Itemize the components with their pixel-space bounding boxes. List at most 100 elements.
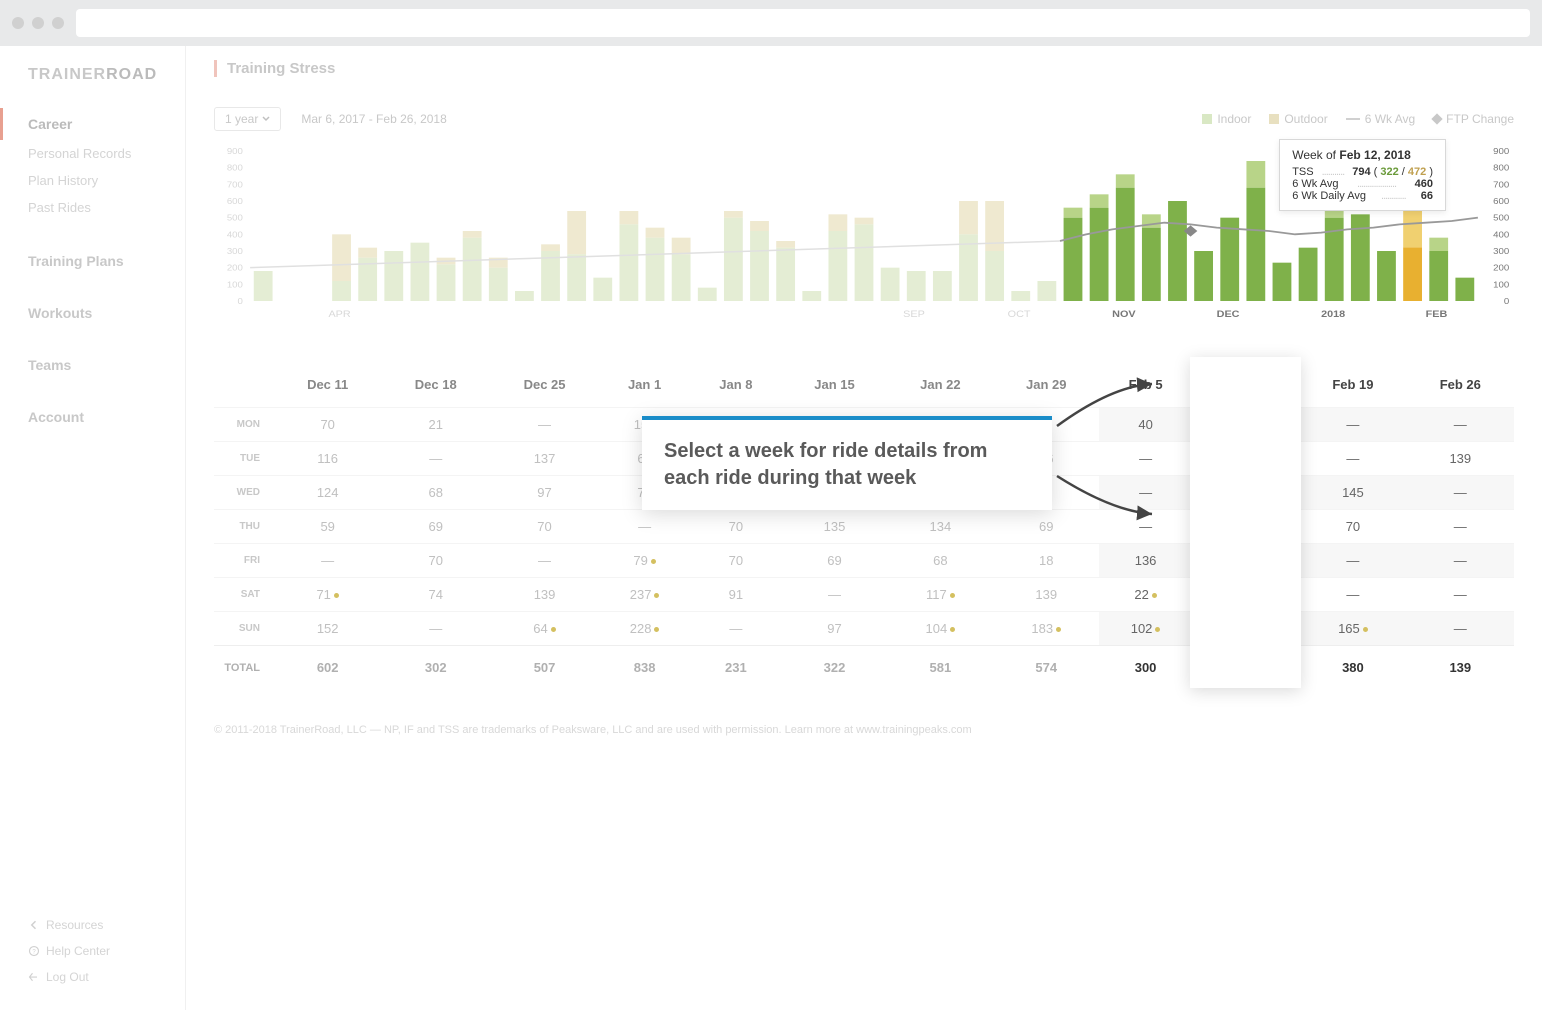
table-header[interactable]: Feb 19 (1299, 361, 1406, 408)
table-cell[interactable]: — (1407, 476, 1514, 510)
tss-week-table[interactable]: Dec 11Dec 18Dec 25Jan 1Jan 8Jan 15Jan 22… (214, 361, 1514, 684)
sidebar-sub-personal-records[interactable]: Personal Records (0, 140, 185, 167)
table-cell[interactable]: — (1407, 510, 1514, 544)
table-cell[interactable]: 91 (690, 578, 781, 612)
table-cell[interactable]: 71 (274, 578, 381, 612)
table-cell[interactable]: 70 (274, 408, 381, 442)
sidebar-item-workouts[interactable]: Workouts (0, 297, 185, 329)
table-header[interactable]: Jan 15 (782, 361, 888, 408)
table-cell[interactable]: — (1299, 442, 1406, 476)
table-header[interactable]: Feb 26 (1407, 361, 1514, 408)
table-cell[interactable]: — (1407, 578, 1514, 612)
table-cell[interactable]: — (490, 408, 599, 442)
range-dropdown[interactable]: 1 year (214, 107, 281, 131)
table-cell[interactable]: 152 (274, 612, 381, 646)
table-header[interactable]: Jan 8 (690, 361, 781, 408)
table-cell[interactable]: 22 (1099, 578, 1192, 612)
table-header[interactable]: Jan 1 (599, 361, 690, 408)
table-cell[interactable]: 136 (1099, 544, 1192, 578)
table-cell[interactable]: — (1407, 612, 1514, 646)
table-cell[interactable]: 69 (782, 544, 888, 578)
table-cell[interactable]: 124 (274, 476, 381, 510)
svg-text:500: 500 (227, 213, 243, 222)
table-cell[interactable]: 165 (1299, 612, 1406, 646)
table-cell[interactable]: — (274, 544, 381, 578)
table-cell[interactable]: 25 (1192, 544, 1299, 578)
table-cell[interactable]: 70 (1299, 510, 1406, 544)
sidebar-item-training-plans[interactable]: Training Plans (0, 245, 185, 277)
table-cell[interactable]: 139 (490, 578, 599, 612)
table-header[interactable]: Dec 18 (381, 361, 490, 408)
table-cell[interactable]: 139 (1407, 442, 1514, 476)
table-cell[interactable]: 116 (274, 442, 381, 476)
sidebar-sub-past-rides[interactable]: Past Rides (0, 194, 185, 221)
table-cell[interactable]: 228 (599, 612, 690, 646)
sidebar-item-account[interactable]: Account (0, 401, 185, 433)
table-cell[interactable]: 97 (782, 612, 888, 646)
sidebar-help-center[interactable]: ? Help Center (0, 938, 185, 964)
address-bar[interactable] (76, 9, 1530, 37)
sidebar-item-career[interactable]: Career (0, 108, 185, 140)
sidebar-logout[interactable]: Log Out (0, 964, 185, 990)
table-cell[interactable]: 70 (381, 544, 490, 578)
zoom-icon[interactable] (52, 17, 64, 29)
table-cell[interactable]: — (490, 544, 599, 578)
table-total-cell: 602 (274, 646, 381, 685)
table-cell[interactable]: 183 (993, 612, 1099, 646)
table-header[interactable]: Dec 25 (490, 361, 599, 408)
table-cell[interactable]: 137 (490, 442, 599, 476)
table-cell[interactable]: — (1192, 408, 1299, 442)
sidebar-sub-plan-history[interactable]: Plan History (0, 167, 185, 194)
table-cell[interactable]: 104 (887, 612, 993, 646)
svg-text:2018: 2018 (1321, 310, 1346, 320)
table-cell[interactable]: — (782, 578, 888, 612)
browser-chrome (0, 0, 1542, 46)
table-total-cell: 322 (782, 646, 888, 685)
table-cell[interactable]: 69 (1192, 476, 1299, 510)
close-icon[interactable] (12, 17, 24, 29)
table-cell[interactable]: 74 (381, 578, 490, 612)
table-cell[interactable]: 137 (1192, 442, 1299, 476)
table-cell[interactable]: 69 (381, 510, 490, 544)
table-cell[interactable]: 261 (1192, 612, 1299, 646)
table-cell[interactable]: — (381, 612, 490, 646)
table-cell[interactable]: 70 (690, 544, 781, 578)
table-cell[interactable]: 70 (490, 510, 599, 544)
table-header-selected[interactable]: Week ofFeb 12 (1192, 361, 1299, 408)
table-cell[interactable]: 237 (599, 578, 690, 612)
table-cell[interactable]: — (690, 612, 781, 646)
table-cell[interactable]: — (1299, 578, 1406, 612)
table-cell[interactable]: 135 (782, 510, 888, 544)
table-cell[interactable]: 18 (993, 544, 1099, 578)
row-label: TUE (214, 442, 274, 476)
table-cell[interactable]: — (1299, 544, 1406, 578)
table-cell[interactable]: 64 (490, 612, 599, 646)
sidebar-item-teams[interactable]: Teams (0, 349, 185, 381)
table-cell[interactable]: 79 (599, 544, 690, 578)
table-cell[interactable]: 68 (887, 544, 993, 578)
table-cell[interactable]: — (1407, 408, 1514, 442)
table-header[interactable]: Jan 22 (887, 361, 993, 408)
table-cell[interactable]: 145 (1299, 476, 1406, 510)
tss-chart[interactable]: 0100200300400500600700800900010020030040… (214, 141, 1514, 321)
table-cell[interactable]: — (1299, 408, 1406, 442)
table-header[interactable]: Dec 11 (274, 361, 381, 408)
sidebar-resources[interactable]: Resources (0, 912, 185, 938)
table-cell[interactable]: — (381, 442, 490, 476)
table-cell[interactable]: — (599, 510, 690, 544)
table-cell[interactable]: 116 (1192, 510, 1299, 544)
table-cell[interactable]: 21 (381, 408, 490, 442)
table-cell[interactable]: 70 (690, 510, 781, 544)
table-cell[interactable]: 186 (1192, 578, 1299, 612)
table-cell[interactable]: 139 (993, 578, 1099, 612)
table-cell[interactable]: 102 (1099, 612, 1192, 646)
table-cell[interactable]: 59 (274, 510, 381, 544)
table-total-cell: 139 (1407, 646, 1514, 685)
table-cell[interactable]: 117 (887, 578, 993, 612)
svg-text:100: 100 (227, 280, 243, 289)
minimize-icon[interactable] (32, 17, 44, 29)
table-cell[interactable]: 97 (490, 476, 599, 510)
table-cell[interactable]: — (1407, 544, 1514, 578)
table-cell[interactable]: 134 (887, 510, 993, 544)
table-cell[interactable]: 68 (381, 476, 490, 510)
